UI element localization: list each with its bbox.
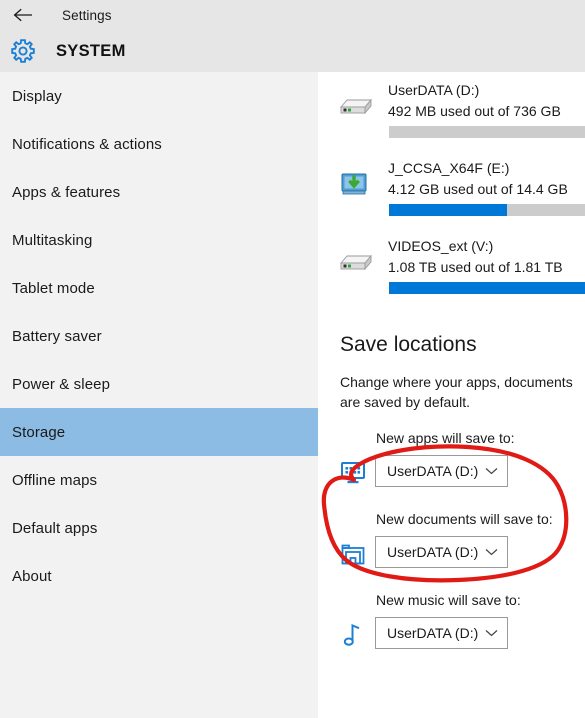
external-hard-drive-icon	[332, 86, 376, 126]
sidebar-item-label: Battery saver	[12, 327, 102, 345]
save-location-label: New apps will save to:	[376, 430, 515, 446]
sidebar-item-tablet-mode[interactable]: Tablet mode	[0, 264, 318, 312]
settings-sidebar: Display Notifications & actions Apps & f…	[0, 72, 318, 718]
dropdown-selected-value: UserDATA (D:)	[387, 544, 479, 560]
drive-entry[interactable]: VIDEOS_ext (V:) 1.08 TB used out of 1.81…	[318, 228, 585, 306]
save-locations-description: Change where your apps, documents are sa…	[340, 374, 573, 410]
save-location-label: New music will save to:	[376, 592, 521, 608]
save-location-group-music: New music will save to: UserDATA (D:)	[318, 590, 585, 655]
save-location-row: UserDATA (D:)	[318, 453, 585, 493]
save-location-group-apps: New apps will save to: UserDATA (D:)	[318, 428, 585, 493]
drive-info: VIDEOS_ext (V:) 1.08 TB used out of 1.81…	[388, 236, 585, 278]
sidebar-item-label: Display	[12, 87, 62, 105]
removable-drive-download-icon	[332, 164, 376, 204]
dropdown-selected-value: UserDATA (D:)	[387, 463, 479, 479]
drive-name: VIDEOS_ext (V:)	[388, 238, 494, 254]
save-location-row: UserDATA (D:)	[318, 615, 585, 655]
new-music-save-location-dropdown[interactable]: UserDATA (D:)	[375, 617, 508, 649]
drive-usage-bar-fill	[389, 204, 507, 216]
sidebar-item-label: Storage	[12, 423, 66, 441]
drive-name: UserDATA (D:)	[388, 82, 480, 98]
external-hard-drive-icon	[332, 242, 376, 282]
chevron-down-icon	[485, 548, 498, 556]
dropdown-selected-value: UserDATA (D:)	[387, 625, 479, 641]
gear-icon	[0, 38, 46, 64]
back-arrow-icon	[13, 8, 33, 22]
sidebar-item-label: Multitasking	[12, 231, 93, 249]
sidebar-item-default-apps[interactable]: Default apps	[0, 504, 318, 552]
drive-entry[interactable]: UserDATA (D:) 492 MB used out of 736 GB	[318, 72, 585, 150]
drive-entry[interactable]: J_CCSA_X64F (E:) 4.12 GB used out of 14.…	[318, 150, 585, 228]
chevron-down-icon	[485, 467, 498, 475]
sidebar-item-offline-maps[interactable]: Offline maps	[0, 456, 318, 504]
sidebar-item-label: Offline maps	[12, 471, 98, 489]
music-note-icon	[338, 621, 368, 649]
monitor-apps-icon	[338, 459, 368, 487]
sidebar-item-power-sleep[interactable]: Power & sleep	[0, 360, 318, 408]
save-locations-heading: Save locations	[340, 333, 477, 356]
save-location-label: New documents will save to:	[376, 511, 553, 527]
sidebar-item-label: Tablet mode	[12, 279, 95, 297]
drive-usage-bar	[389, 126, 585, 138]
sidebar-item-storage[interactable]: Storage	[0, 408, 318, 456]
documents-folder-icon	[338, 540, 368, 568]
sidebar-item-notifications-actions[interactable]: Notifications & actions	[0, 120, 318, 168]
settings-window: Settings SYSTEM Display Notifications & …	[0, 0, 585, 718]
drive-usage: 4.12 GB used out of 14.4 GB	[388, 181, 568, 197]
sidebar-item-label: Apps & features	[12, 183, 121, 201]
sidebar-item-label: Default apps	[12, 519, 98, 537]
title-bar: Settings	[0, 0, 585, 30]
save-locations-section: Save locations Change where your apps, d…	[318, 330, 585, 655]
drive-info: J_CCSA_X64F (E:) 4.12 GB used out of 14.…	[388, 158, 585, 200]
window-title: Settings	[62, 7, 112, 23]
sidebar-item-battery-saver[interactable]: Battery saver	[0, 312, 318, 360]
save-location-group-documents: New documents will save to: UserDATA (D:…	[318, 509, 585, 574]
new-apps-save-location-dropdown[interactable]: UserDATA (D:)	[375, 455, 508, 487]
sidebar-item-label: About	[12, 567, 52, 585]
back-button[interactable]	[0, 0, 46, 30]
save-location-row: UserDATA (D:)	[318, 534, 585, 574]
drive-usage-bar	[389, 204, 585, 216]
sidebar-item-label: Notifications & actions	[12, 135, 162, 153]
drive-name: J_CCSA_X64F (E:)	[388, 160, 510, 176]
storage-content: UserDATA (D:) 492 MB used out of 736 GB …	[318, 72, 585, 718]
sidebar-item-multitasking[interactable]: Multitasking	[0, 216, 318, 264]
sidebar-item-display[interactable]: Display	[0, 72, 318, 120]
sidebar-item-about[interactable]: About	[0, 552, 318, 600]
drive-info: UserDATA (D:) 492 MB used out of 736 GB	[388, 80, 585, 122]
drive-usage-bar	[389, 282, 585, 294]
chevron-down-icon	[485, 629, 498, 637]
drive-usage-bar-fill	[389, 282, 585, 294]
page-header: SYSTEM	[0, 30, 585, 72]
sidebar-item-label: Power & sleep	[12, 375, 111, 393]
sidebar-item-apps-features[interactable]: Apps & features	[0, 168, 318, 216]
new-documents-save-location-dropdown[interactable]: UserDATA (D:)	[375, 536, 508, 568]
drive-usage: 1.08 TB used out of 1.81 TB	[388, 259, 563, 275]
drive-usage: 492 MB used out of 736 GB	[388, 103, 561, 119]
page-title: SYSTEM	[56, 41, 126, 60]
